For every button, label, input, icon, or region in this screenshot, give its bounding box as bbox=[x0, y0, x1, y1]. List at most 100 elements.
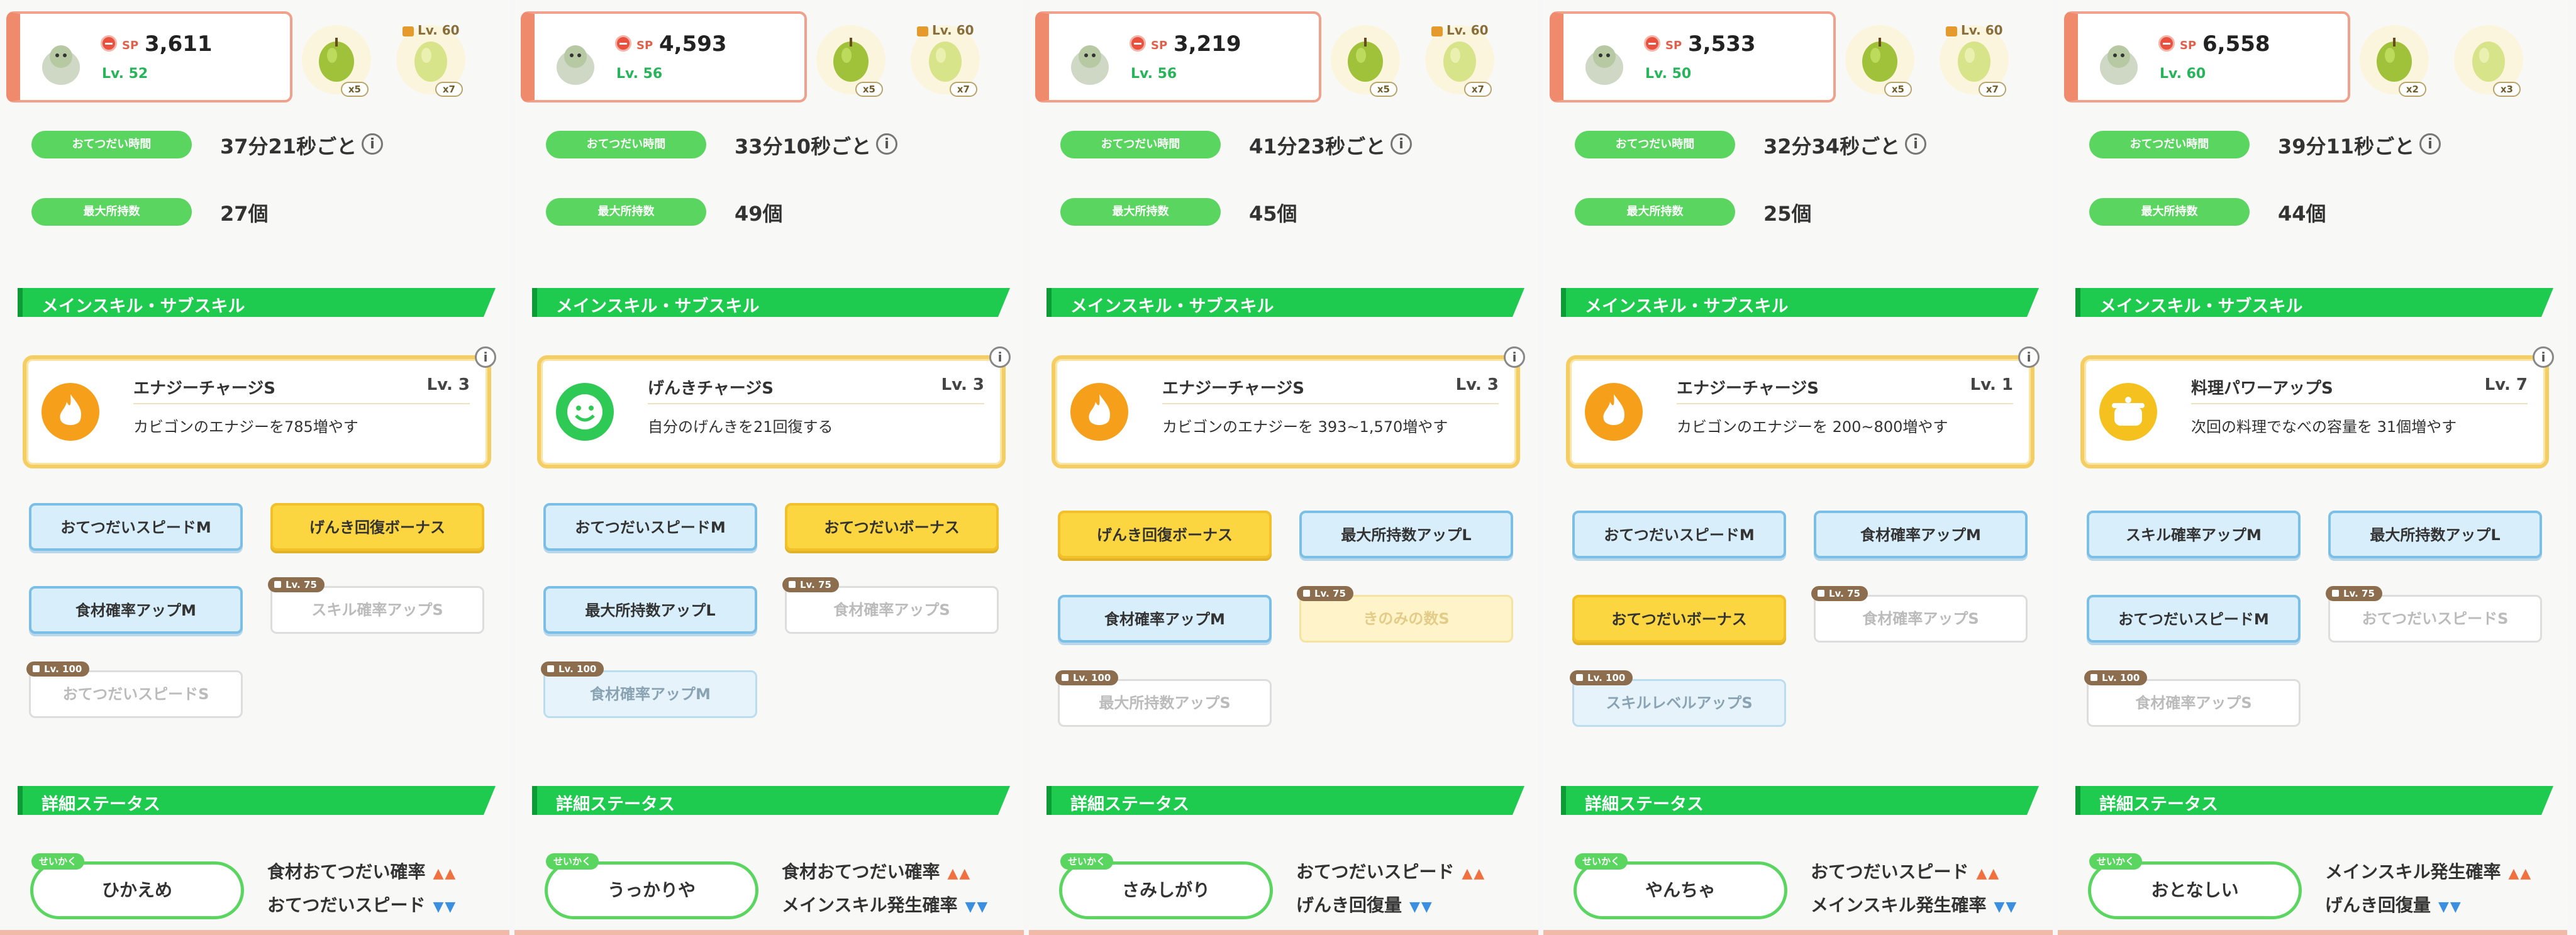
pokemon-header-card[interactable]: SP 3,611 Lv. 52 bbox=[6, 11, 292, 102]
info-icon[interactable]: i bbox=[876, 133, 897, 155]
main-skill-card[interactable]: げんきチャージS Lv. 3 自分のげんきを21回復する i bbox=[537, 346, 1011, 468]
main-skill-level: Lv. 3 bbox=[941, 375, 984, 394]
pokemon-header-card[interactable]: SP 4,593 Lv. 56 bbox=[521, 11, 807, 102]
info-icon[interactable]: i bbox=[2018, 346, 2040, 368]
nature-down-label: メインスキル発生確率 bbox=[1811, 895, 1987, 916]
ingredient-count: x7 bbox=[1978, 82, 2006, 97]
ingredient-count: x5 bbox=[1369, 82, 1397, 97]
pokemon-level: Lv. 56 bbox=[1131, 66, 1177, 82]
main-skill-level: Lv. 3 bbox=[426, 375, 470, 394]
sub-skill-2[interactable]: 最大所持数アップL bbox=[1299, 511, 1513, 558]
sp-icon bbox=[1644, 35, 1660, 52]
main-skill-level: Lv. 3 bbox=[1455, 375, 1499, 394]
main-skill-name: げんきチャージS bbox=[648, 379, 774, 398]
nature-name[interactable]: やんちゃ bbox=[1574, 861, 1787, 919]
details-section-header: 詳細ステータス bbox=[2075, 786, 2553, 815]
pokemon-header-card[interactable]: SP 3,219 Lv. 56 bbox=[1035, 11, 1321, 102]
nature-name[interactable]: おとなしい bbox=[2088, 861, 2302, 919]
info-icon[interactable]: i bbox=[475, 346, 496, 368]
main-skill-card[interactable]: 料理パワーアップS Lv. 7 次回の料理でなべの容量を 31個増やす i bbox=[2080, 346, 2554, 468]
pokemon-header-card[interactable]: SP 6,558 Lv. 60 bbox=[2064, 11, 2350, 102]
sub-skill-unlock-tag: Lv. 100 bbox=[1055, 670, 1119, 685]
help-time-label: おてつだい時間 bbox=[546, 131, 706, 158]
help-time-value: 39分11秒ごと bbox=[2278, 135, 2415, 158]
sub-skill-5[interactable]: 食材確率アップS bbox=[2087, 679, 2301, 727]
sub-skill-4[interactable]: 食材確率アップS bbox=[785, 586, 999, 634]
sub-skill-1[interactable]: おてつだいスピードM bbox=[1572, 511, 1786, 558]
nature-name[interactable]: さみしがり bbox=[1059, 861, 1273, 919]
sub-skill-2[interactable]: げんき回復ボーナス bbox=[270, 503, 484, 551]
info-icon[interactable]: i bbox=[1504, 346, 1525, 368]
sub-skill-5[interactable]: 食材確率アップM bbox=[543, 670, 757, 718]
main-skill-name: エナジーチャージS bbox=[133, 379, 275, 398]
main-skill-card[interactable]: エナジーチャージS Lv. 3 カビゴンのエナジーを 393~1,570増やす … bbox=[1052, 346, 1525, 468]
main-skill-card[interactable]: エナジーチャージS Lv. 1 カビゴンのエナジーを 200~800増やす i bbox=[1566, 346, 2040, 468]
ingredient-slot-1[interactable]: x5 bbox=[302, 25, 371, 97]
section-title: メインスキル・サブスキル bbox=[42, 297, 245, 316]
ingredient-slot-1[interactable]: x5 bbox=[1845, 25, 1914, 97]
lock-icon bbox=[917, 26, 928, 36]
section-title: メインスキル・サブスキル bbox=[556, 297, 760, 316]
sub-skill-4[interactable]: 食材確率アップS bbox=[1814, 595, 2028, 643]
panel-bottom-bar bbox=[0, 930, 509, 935]
info-icon[interactable]: i bbox=[989, 346, 1011, 368]
ingredient-slot-1[interactable]: x2 bbox=[2360, 25, 2429, 97]
lock-icon bbox=[402, 26, 414, 36]
sub-skill-4[interactable]: スキル確率アップS bbox=[270, 586, 484, 634]
sub-skill-3[interactable]: 食材確率アップM bbox=[1058, 595, 1272, 643]
up-arrows-icon: ▲▲ bbox=[2508, 866, 2533, 882]
info-icon[interactable]: i bbox=[1905, 133, 1926, 155]
nature-down-label: メインスキル発生確率 bbox=[782, 895, 958, 916]
sub-skill-4[interactable]: おてつだいスピードS bbox=[2328, 595, 2542, 643]
sub-skill-4[interactable]: きのみの数S bbox=[1299, 595, 1513, 643]
sub-skill-5[interactable]: おてつだいスピードS bbox=[29, 670, 243, 718]
sub-skill-3[interactable]: 最大所持数アップL bbox=[543, 586, 757, 634]
ingredient-icon bbox=[1443, 41, 1476, 82]
nature-name[interactable]: うっかりや bbox=[545, 861, 758, 919]
nature-badge: せいかく bbox=[546, 853, 599, 870]
sub-skill-1[interactable]: おてつだいスピードM bbox=[543, 503, 757, 551]
sub-skill-1[interactable]: げんき回復ボーナス bbox=[1058, 511, 1272, 558]
down-arrows-icon: ▼▼ bbox=[2438, 899, 2462, 915]
main-skill-card[interactable]: エナジーチャージS Lv. 3 カビゴンのエナジーを785増やす i bbox=[23, 346, 496, 468]
sp-label: SP bbox=[636, 39, 653, 52]
sub-skill-5[interactable]: 最大所持数アップS bbox=[1058, 679, 1272, 727]
info-icon[interactable]: i bbox=[2533, 346, 2554, 368]
main-skill-level: Lv. 7 bbox=[2484, 375, 2528, 394]
nature-name[interactable]: ひかえめ bbox=[30, 861, 244, 919]
ingredient-slot-1[interactable]: x5 bbox=[1331, 25, 1400, 97]
help-time-value: 37分21秒ごと bbox=[220, 135, 357, 158]
sub-skill-2[interactable]: おてつだいボーナス bbox=[785, 503, 999, 551]
nature-badge: せいかく bbox=[1060, 853, 1114, 870]
sp-value: 6,558 bbox=[2202, 31, 2270, 57]
sub-skill-1[interactable]: おてつだいスピードM bbox=[29, 503, 243, 551]
ingredient-count: x2 bbox=[2398, 82, 2426, 97]
sub-skill-2[interactable]: 食材確率アップM bbox=[1814, 511, 2028, 558]
section-title: メインスキル・サブスキル bbox=[2099, 297, 2303, 316]
ingredient-lock-level: Lv. 60 bbox=[1946, 23, 2003, 38]
sp-icon bbox=[615, 35, 631, 52]
sub-skill-3[interactable]: 食材確率アップM bbox=[29, 586, 243, 634]
sub-skill-1[interactable]: スキル確率アップM bbox=[2087, 511, 2301, 558]
panel-bottom-bar bbox=[1543, 930, 2053, 935]
sub-skill-2[interactable]: 最大所持数アップL bbox=[2328, 511, 2542, 558]
info-icon[interactable]: i bbox=[362, 133, 383, 155]
nature-badge: せいかく bbox=[31, 853, 85, 870]
pokemon-sprite-icon bbox=[42, 45, 80, 85]
info-icon[interactable]: i bbox=[2419, 133, 2441, 155]
sub-skill-3[interactable]: おてつだいスピードM bbox=[2087, 595, 2301, 643]
pokemon-header-card[interactable]: SP 3,533 Lv. 50 bbox=[1550, 11, 1836, 102]
info-icon[interactable]: i bbox=[1391, 133, 1412, 155]
max-carry-value: 25個 bbox=[1763, 202, 1812, 226]
main-skill-description: カビゴンのエナジーを785増やす bbox=[133, 418, 358, 436]
ingredient-icon bbox=[414, 41, 447, 82]
sub-skill-3[interactable]: おてつだいボーナス bbox=[1572, 595, 1786, 643]
ingredient-slot-1[interactable]: x5 bbox=[816, 25, 886, 97]
nature-down-effect: げんき回復量 ▼▼ bbox=[1296, 892, 1433, 917]
ingredient-icon bbox=[833, 38, 869, 82]
sub-skill-5[interactable]: スキルレベルアップS bbox=[1572, 679, 1786, 727]
sp-value: 3,219 bbox=[1174, 31, 1241, 57]
divider bbox=[648, 403, 984, 404]
main-skill-name: 料理パワーアップS bbox=[2191, 379, 2333, 398]
ingredient-slot-2[interactable]: x3 bbox=[2454, 25, 2523, 97]
